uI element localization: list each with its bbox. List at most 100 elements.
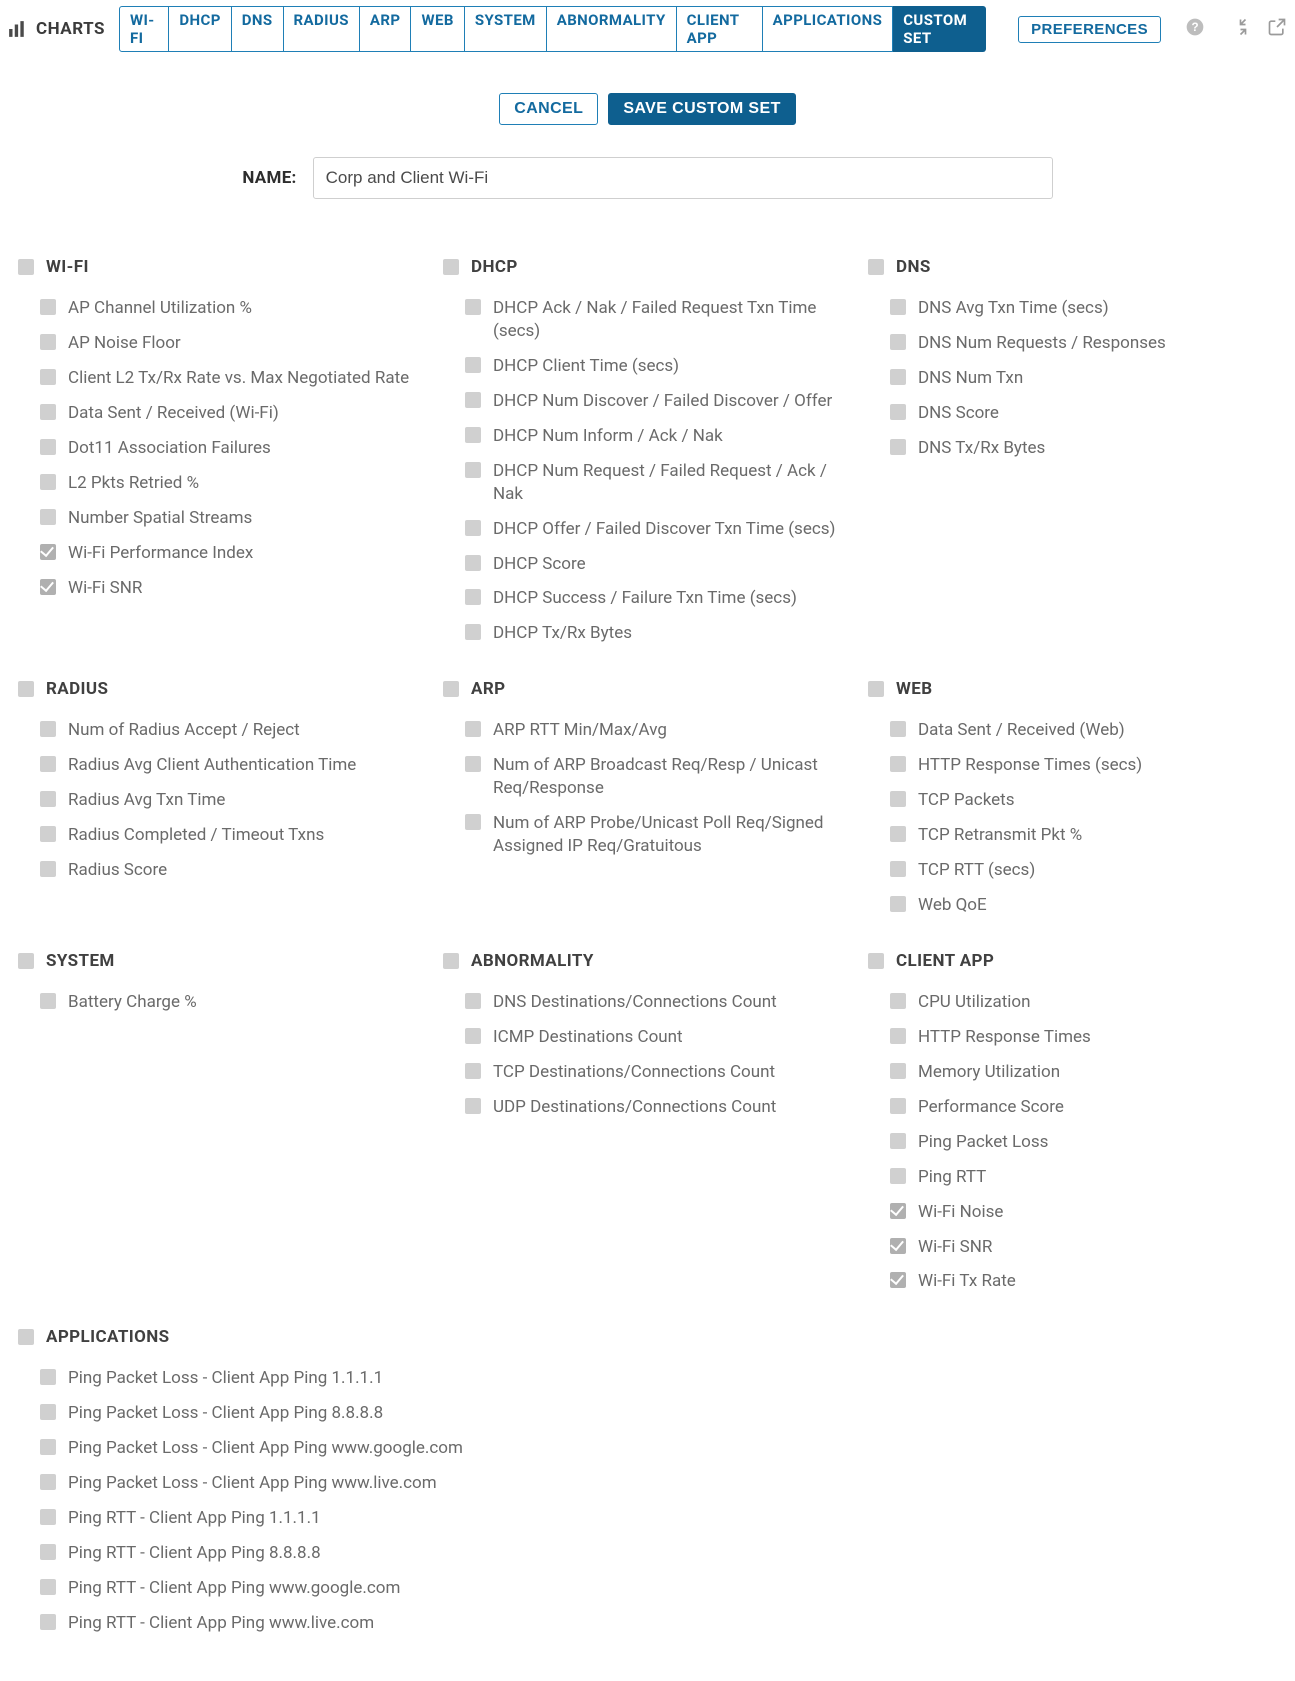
- item-checkbox[interactable]: [40, 404, 56, 420]
- item-checkbox[interactable]: [890, 334, 906, 350]
- tab-client-app[interactable]: CLIENT APP: [677, 6, 763, 52]
- item-checkbox[interactable]: [40, 334, 56, 350]
- item-checkbox[interactable]: [465, 1098, 481, 1114]
- item-checkbox[interactable]: [40, 369, 56, 385]
- item-checkbox[interactable]: [465, 1028, 481, 1044]
- item-checkbox[interactable]: [465, 814, 481, 830]
- section-checkbox[interactable]: [18, 259, 34, 275]
- item-checkbox[interactable]: [40, 544, 56, 560]
- collapse-icon[interactable]: [1233, 17, 1253, 42]
- item-checkbox[interactable]: [890, 1063, 906, 1079]
- item-checkbox[interactable]: [40, 1509, 56, 1525]
- list-item: Wi-Fi Noise: [868, 1195, 1275, 1230]
- section-checkbox[interactable]: [868, 259, 884, 275]
- item-label: Ping RTT: [918, 1166, 986, 1189]
- item-checkbox[interactable]: [40, 721, 56, 737]
- tab-radius[interactable]: RADIUS: [284, 6, 360, 52]
- tab-system[interactable]: SYSTEM: [465, 6, 547, 52]
- list-item: L2 Pkts Retried %: [18, 466, 425, 501]
- help-icon[interactable]: ?: [1185, 17, 1205, 42]
- item-checkbox[interactable]: [890, 826, 906, 842]
- item-checkbox[interactable]: [40, 791, 56, 807]
- item-checkbox[interactable]: [40, 579, 56, 595]
- item-label: AP Channel Utilization %: [68, 297, 252, 320]
- item-checkbox[interactable]: [890, 721, 906, 737]
- item-checkbox[interactable]: [40, 861, 56, 877]
- section-radius: RADIUSNum of Radius Accept / RejectRadiu…: [18, 679, 425, 923]
- section-checkbox[interactable]: [18, 953, 34, 969]
- section-checkbox[interactable]: [18, 681, 34, 697]
- section-checkbox[interactable]: [443, 259, 459, 275]
- tab-dns[interactable]: DNS: [232, 6, 284, 52]
- item-label: DHCP Success / Failure Txn Time (secs): [493, 587, 797, 610]
- item-checkbox[interactable]: [890, 993, 906, 1009]
- section-checkbox[interactable]: [18, 1329, 34, 1345]
- item-checkbox[interactable]: [890, 1203, 906, 1219]
- item-checkbox[interactable]: [40, 1544, 56, 1560]
- item-checkbox[interactable]: [40, 1614, 56, 1630]
- section-checkbox[interactable]: [443, 953, 459, 969]
- item-checkbox[interactable]: [40, 1404, 56, 1420]
- item-checkbox[interactable]: [465, 299, 481, 315]
- list-item: TCP Packets: [868, 783, 1275, 818]
- item-checkbox[interactable]: [890, 369, 906, 385]
- item-label: Number Spatial Streams: [68, 507, 252, 530]
- item-checkbox[interactable]: [40, 474, 56, 490]
- item-checkbox[interactable]: [465, 357, 481, 373]
- section-checkbox[interactable]: [868, 681, 884, 697]
- item-label: AP Noise Floor: [68, 332, 181, 355]
- section-checkbox[interactable]: [443, 681, 459, 697]
- item-checkbox[interactable]: [890, 299, 906, 315]
- item-checkbox[interactable]: [465, 1063, 481, 1079]
- item-checkbox[interactable]: [890, 1168, 906, 1184]
- item-label: Ping RTT - Client App Ping www.google.co…: [68, 1577, 400, 1600]
- item-checkbox[interactable]: [465, 993, 481, 1009]
- item-checkbox[interactable]: [40, 1439, 56, 1455]
- item-checkbox[interactable]: [465, 555, 481, 571]
- item-checkbox[interactable]: [40, 1369, 56, 1385]
- item-checkbox[interactable]: [890, 1272, 906, 1288]
- item-checkbox[interactable]: [465, 589, 481, 605]
- item-checkbox[interactable]: [465, 756, 481, 772]
- item-checkbox[interactable]: [40, 826, 56, 842]
- item-checkbox[interactable]: [890, 1133, 906, 1149]
- item-checkbox[interactable]: [40, 299, 56, 315]
- item-checkbox[interactable]: [890, 791, 906, 807]
- item-checkbox[interactable]: [465, 721, 481, 737]
- item-checkbox[interactable]: [465, 427, 481, 443]
- preferences-button[interactable]: PREFERENCES: [1018, 16, 1161, 43]
- tab-dhcp[interactable]: DHCP: [169, 6, 231, 52]
- list-item: DNS Tx/Rx Bytes: [868, 431, 1275, 466]
- item-checkbox[interactable]: [40, 1474, 56, 1490]
- item-checkbox[interactable]: [890, 861, 906, 877]
- save-button[interactable]: SAVE CUSTOM SET: [608, 93, 795, 125]
- item-checkbox[interactable]: [465, 392, 481, 408]
- tab-custom-set[interactable]: CUSTOM SET: [893, 6, 986, 52]
- item-checkbox[interactable]: [890, 1028, 906, 1044]
- item-checkbox[interactable]: [465, 520, 481, 536]
- item-checkbox[interactable]: [890, 1098, 906, 1114]
- popout-icon[interactable]: [1267, 17, 1287, 42]
- item-checkbox[interactable]: [465, 462, 481, 478]
- name-input[interactable]: [313, 157, 1053, 199]
- item-checkbox[interactable]: [890, 1238, 906, 1254]
- item-label: DHCP Num Inform / Ack / Nak: [493, 425, 723, 448]
- tab-wi-fi[interactable]: WI-FI: [119, 6, 169, 52]
- item-checkbox[interactable]: [40, 756, 56, 772]
- item-checkbox[interactable]: [40, 509, 56, 525]
- item-checkbox[interactable]: [465, 624, 481, 640]
- cancel-button[interactable]: CANCEL: [499, 93, 598, 125]
- item-checkbox[interactable]: [40, 993, 56, 1009]
- item-checkbox[interactable]: [40, 1579, 56, 1595]
- tab-web[interactable]: WEB: [411, 6, 464, 52]
- item-checkbox[interactable]: [890, 896, 906, 912]
- tab-abnormality[interactable]: ABNORMALITY: [547, 6, 677, 52]
- item-checkbox[interactable]: [890, 756, 906, 772]
- item-checkbox[interactable]: [890, 439, 906, 455]
- tab-arp[interactable]: ARP: [360, 6, 412, 52]
- section-header: ARP: [443, 679, 850, 699]
- item-checkbox[interactable]: [40, 439, 56, 455]
- section-checkbox[interactable]: [868, 953, 884, 969]
- tab-applications[interactable]: APPLICATIONS: [763, 6, 894, 52]
- item-checkbox[interactable]: [890, 404, 906, 420]
